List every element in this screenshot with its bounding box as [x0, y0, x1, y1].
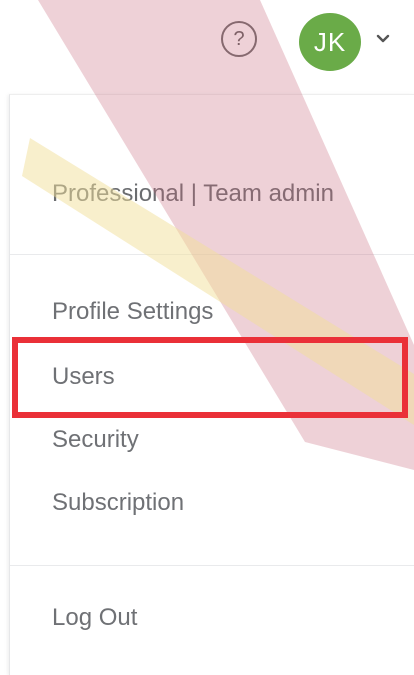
logout-button[interactable]: Log Out [52, 604, 137, 632]
help-button[interactable]: ? [221, 21, 257, 57]
top-bar: ? JK [0, 0, 414, 86]
plan-label: Professional | Team admin [52, 180, 334, 207]
avatar-initials: JK [313, 26, 347, 57]
menu-item-users[interactable]: Users [52, 363, 115, 391]
menu-divider-top [10, 254, 414, 255]
menu-divider-bottom [10, 565, 414, 566]
user-avatar[interactable]: JK [299, 13, 361, 71]
help-circle-icon: ? [233, 28, 245, 50]
menu-item-security[interactable]: Security [52, 426, 139, 454]
menu-item-subscription[interactable]: Subscription [52, 489, 184, 517]
menu-item-profile-settings[interactable]: Profile Settings [52, 298, 213, 326]
chevron-down-icon[interactable] [374, 29, 392, 47]
